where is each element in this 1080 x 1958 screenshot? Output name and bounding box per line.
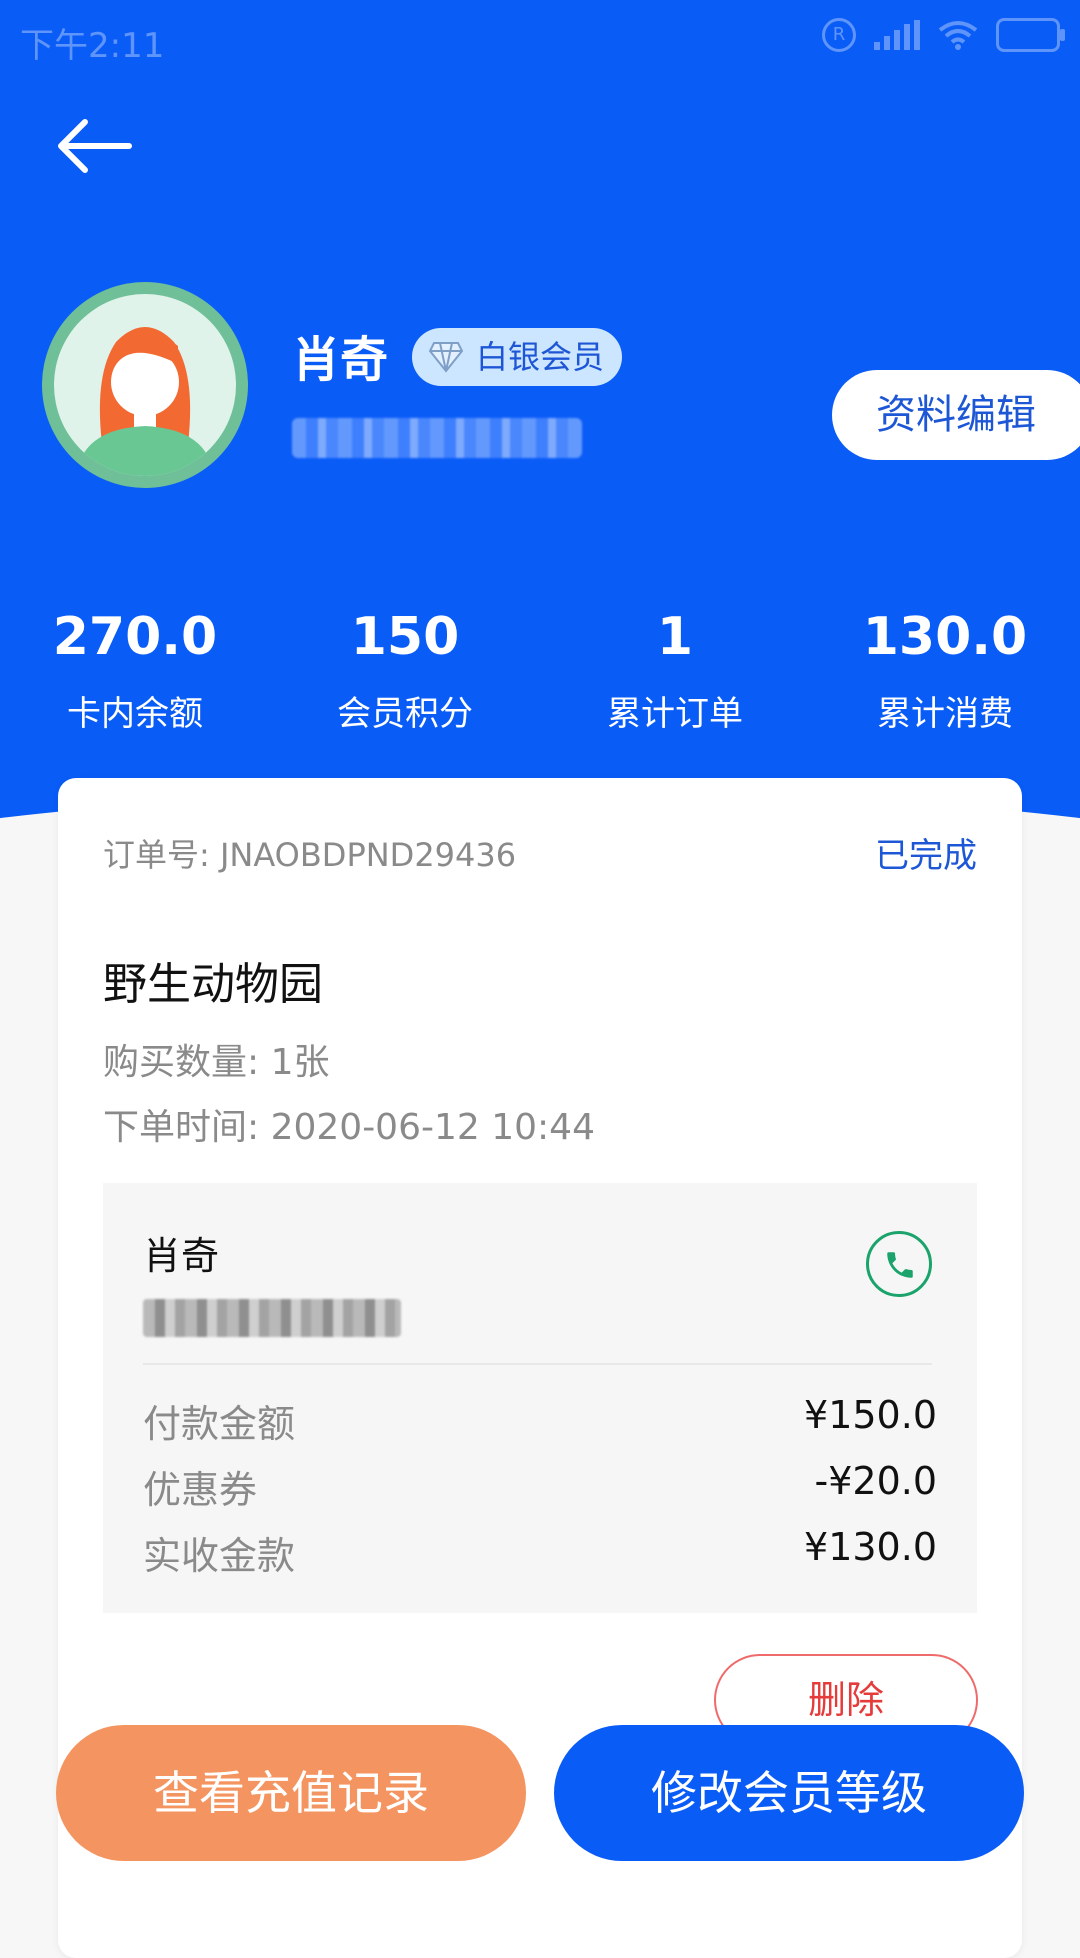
member-level-label: 白银会员 [476,338,605,376]
stat-label: 会员积分 [337,694,473,734]
avatar [42,282,248,488]
divider [143,1363,932,1365]
registered-icon: R [822,18,856,52]
stat-value: 130.0 [862,607,1028,667]
stat-value: 270.0 [52,607,218,667]
order-status: 已完成 [875,836,977,876]
payment-label: 实收金款 [143,1534,296,1578]
contact-name: 肖奇 [143,1234,220,1278]
order-detail-panel: 肖奇 付款金额 ¥150.0 优惠券 -¥20.0 实收金款 ¥130.0 [103,1183,977,1613]
wifi-icon [938,21,978,50]
member-name: 肖奇 [292,332,389,388]
stat-balance: 270.0 卡内余额 [0,600,270,735]
order-quantity: 购买数量: 1张 [103,1042,330,1083]
phone-glyph [887,1252,913,1278]
payment-amount: ¥130.0 [804,1525,937,1569]
payment-amount: -¥20.0 [814,1459,938,1503]
stat-value: 1 [656,607,694,667]
contact-phone-masked [143,1299,401,1337]
payment-label: 付款金额 [143,1402,296,1446]
stat-spending: 130.0 累计消费 [810,600,1080,735]
stat-label: 累计订单 [607,694,743,734]
status-icons: R [822,18,1065,52]
change-member-level-button[interactable]: 修改会员等级 [554,1725,1024,1861]
phone-icon[interactable] [866,1231,932,1297]
member-phone-masked [292,418,582,458]
female-avatar-icon [76,327,214,476]
battery-icon [996,18,1065,52]
received-row: 实收金款 ¥130.0 [143,1525,937,1585]
member-level-badge: 白银会员 [412,328,623,386]
stat-value: 150 [350,607,460,667]
stat-label: 卡内余额 [67,694,203,734]
order-number: 订单号: JNAOBDPND29436 [103,836,517,874]
payment-amount: ¥150.0 [804,1393,937,1437]
edit-profile-button[interactable]: 资料编辑 [832,370,1080,460]
stat-points: 150 会员积分 [270,600,540,735]
payment-label: 优惠券 [143,1468,258,1512]
diamond-icon [428,342,464,373]
stat-orders: 1 累计订单 [540,600,810,735]
payment-row: 付款金额 ¥150.0 [143,1393,937,1453]
order-venue: 野生动物园 [103,959,323,1010]
order-time: 下单时间: 2020-06-12 10:44 [103,1107,595,1148]
view-recharge-records-button[interactable]: 查看充值记录 [56,1725,526,1861]
status-bar: 下午2:11 R [0,0,1080,76]
stats-row: 270.0 卡内余额 150 会员积分 1 累计订单 130.0 累计消费 [0,600,1080,735]
coupon-row: 优惠券 -¥20.0 [143,1459,937,1519]
stat-label: 累计消费 [877,694,1013,734]
arrow-left-icon[interactable] [55,118,135,178]
signal-icon [874,20,920,50]
status-time: 下午2:11 [20,26,165,66]
